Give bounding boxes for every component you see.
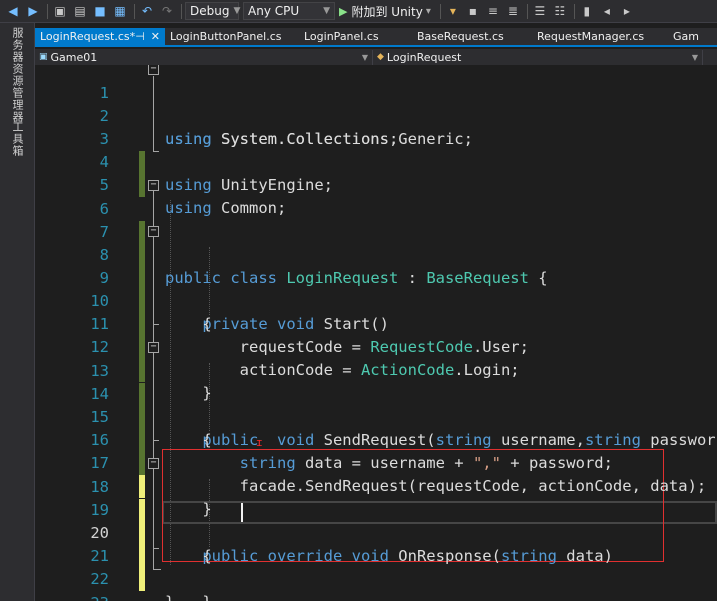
attach-unity-button[interactable]: ▶ 附加到 Unity ▾ (339, 3, 431, 20)
project-value: Game01 (50, 50, 98, 64)
toolbar-separator (134, 3, 135, 19)
csharp-project-icon: ▣ (39, 52, 48, 62)
code-line: 6 − public class LoginRequest : BaseRequ… (35, 175, 717, 288)
code-line: 20 (35, 499, 717, 568)
code-line: 7 (35, 198, 717, 267)
code-line: 17 } (35, 429, 717, 518)
collapse-toggle-icon[interactable]: − (148, 458, 159, 469)
class-icon: ◆ (377, 52, 384, 62)
tab-label: LoginPanel.cs (304, 30, 379, 43)
toolbar-separator (47, 3, 48, 19)
navigation-bar: ▣ Game01 ▼ ◆ LoginRequest ▼ (35, 49, 717, 65)
back-icon[interactable]: ◀ (4, 2, 22, 21)
tab-label: LoginRequest.cs* (40, 30, 136, 43)
line-number: 23 (63, 592, 109, 601)
tab-label: LoginButtonPanel.cs (170, 30, 282, 43)
chevron-down-icon: ▼ (691, 52, 698, 62)
code-line: 12 } (35, 313, 717, 402)
attach-dropdown-icon[interactable]: ▾ (426, 6, 431, 17)
code-line: 19 { (35, 476, 717, 565)
code-line: 15 string data = username + "," + passwo… (35, 383, 717, 472)
code-line: 14 { (35, 360, 717, 449)
save-all-icon[interactable]: ▦ (111, 2, 129, 21)
undo-icon[interactable]: ↶ (138, 2, 156, 21)
redo-icon[interactable]: ↷ (158, 2, 176, 21)
type-value: LoginRequest (386, 50, 462, 64)
save-icon[interactable]: ■ (91, 2, 109, 21)
code-line: 18 − public override void OnResponse(str… (35, 453, 717, 566)
code-line: 21 } (35, 522, 717, 601)
collapse-toggle-icon[interactable]: − (148, 342, 159, 353)
prev-bookmark-icon[interactable]: ◂ (598, 2, 616, 21)
tab-request-manager[interactable]: RequestManager.cs (532, 28, 668, 45)
code-line: 2 using System.Collections.Generic; (35, 82, 717, 148)
platform-value: Any CPU (248, 4, 300, 18)
tab-base-request[interactable]: BaseRequest.cs (412, 28, 532, 45)
outdent-icon[interactable]: ≣ (504, 2, 522, 21)
code-text: } (165, 591, 174, 601)
close-icon[interactable]: ✕ (151, 30, 160, 43)
collapse-toggle-icon[interactable]: − (148, 180, 159, 191)
code-line: 1 − using System.Collections; (35, 65, 717, 148)
chevron-down-icon: ▼ (233, 6, 241, 16)
left-dock: 服务器资源管理器 工具箱 (0, 23, 35, 601)
toolbar-separator (439, 3, 441, 19)
project-select[interactable]: ▣ Game01 ▼ (35, 49, 373, 65)
document-tab-bar: LoginRequest.cs* ⊣ ✕ LoginButtonPanel.cs… (35, 28, 717, 47)
uncomment-icon[interactable]: ☷ (551, 2, 569, 21)
attach-label: 附加到 Unity (351, 4, 423, 19)
next-bookmark-icon[interactable]: ▸ (618, 2, 636, 21)
type-select[interactable]: ◆ LoginRequest ▼ (373, 49, 703, 65)
code-line: 5 (35, 151, 717, 194)
pin-icon[interactable]: ⊣ (135, 30, 145, 43)
chevron-down-icon: ▼ (361, 52, 368, 62)
code-line: 9 { (35, 244, 717, 333)
tab-label: Gam (673, 30, 699, 43)
code-line: 23 (35, 569, 717, 601)
collapse-toggle-icon[interactable]: − (148, 226, 159, 237)
chevron-down-icon: ▼ (323, 6, 330, 16)
play-icon: ▶ (339, 4, 348, 18)
code-line: 11 actionCode = ActionCode.Login; (35, 290, 717, 379)
collapse-toggle-icon[interactable]: − (148, 65, 159, 75)
code-line: 10 requestCode = RequestCode.User; (35, 267, 717, 356)
new-project-icon[interactable]: ▣ (51, 2, 69, 21)
toolbar-separator (526, 3, 528, 19)
platform-select[interactable]: Any CPU ▼ (243, 2, 335, 20)
tab-label: RequestManager.cs (537, 30, 645, 43)
toolbar-separator (181, 3, 182, 19)
code-line: 8 − private void Start() (35, 221, 717, 334)
bookmark-icon[interactable]: ▮ (578, 2, 596, 21)
tab-login-panel[interactable]: LoginPanel.cs (299, 28, 412, 45)
server-explorer-tab[interactable]: 服务器资源管理器 (9, 27, 25, 123)
indent-icon[interactable]: ≡ (484, 2, 502, 21)
tab-login-button-panel[interactable]: LoginButtonPanel.cs (165, 28, 299, 45)
tab-login-request[interactable]: LoginRequest.cs* ⊣ ✕ (35, 28, 165, 45)
forward-icon[interactable]: ▶ (24, 2, 42, 21)
code-line: 13 − public void SendRequest(string user… (35, 337, 717, 450)
code-line: 22 } (35, 545, 717, 601)
configuration-value: Debug (190, 4, 230, 18)
comment-icon[interactable]: ☰ (531, 2, 549, 21)
code-line: 16 facade.SendRequest(requestCode, actio… (35, 406, 717, 495)
tab-label: BaseRequest.cs (417, 30, 504, 43)
code-line: 4 using Common; (35, 128, 717, 217)
code-editor[interactable]: ɪ 1 − using System.Collections; 2 using … (35, 65, 717, 601)
tab-game[interactable]: Gam (668, 28, 717, 45)
toolbar-separator (573, 3, 575, 19)
open-file-icon[interactable]: ▤ (71, 2, 89, 21)
pick-element-icon[interactable]: ▾ (444, 2, 462, 21)
breakpoint-icon[interactable]: ▪ (464, 2, 482, 21)
toolbox-tab[interactable]: 工具箱 (9, 121, 25, 157)
main-toolbar: ◀ ▶ ▣ ▤ ■ ▦ ↶ ↷ Debug ▼ Any CPU ▼ ▶ 附加到 … (0, 0, 717, 23)
configuration-select[interactable]: Debug ▼ (185, 2, 241, 20)
code-line: 3 using UnityEngine; (35, 105, 717, 194)
